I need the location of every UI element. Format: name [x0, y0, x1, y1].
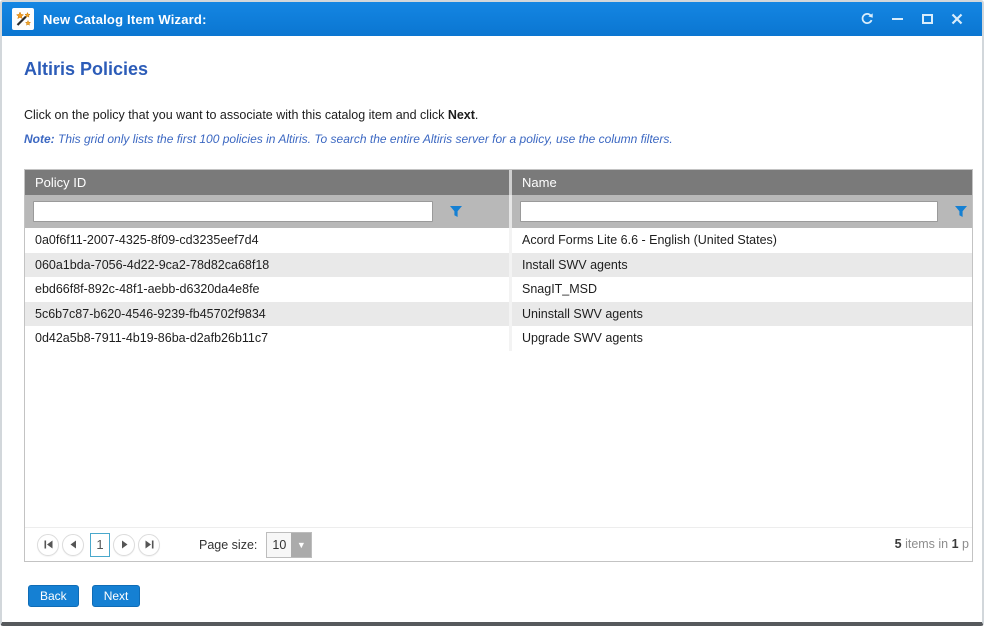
- note-body: This grid only lists the first 100 polic…: [55, 132, 673, 146]
- instruction-text: Click on the policy that you want to ass…: [24, 108, 478, 122]
- instruction-suffix: .: [475, 108, 478, 122]
- name-cell: Acord Forms Lite 6.6 - English (United S…: [512, 228, 972, 253]
- window-title: New Catalog Item Wizard:: [43, 12, 207, 27]
- policy-id-cell: 0d42a5b8-7911-4b19-86ba-d2afb26b11c7: [25, 326, 512, 351]
- policy-id-filter-input[interactable]: [33, 201, 433, 222]
- last-page-button[interactable]: [138, 534, 160, 556]
- name-cell: Uninstall SWV agents: [512, 302, 972, 327]
- policies-grid: Policy ID Name 0a0f6f11-2007-4325-8f09-c…: [24, 169, 973, 562]
- table-row[interactable]: ebd66f8f-892c-48f1-aebb-d6320da4e8fe Sna…: [25, 277, 972, 302]
- policy-id-filter-cell: [25, 195, 512, 228]
- page-title: Altiris Policies: [24, 59, 148, 80]
- note-text: Note: This grid only lists the first 100…: [24, 132, 673, 146]
- footer: Back Next: [28, 585, 153, 607]
- note-label: Note:: [24, 132, 55, 146]
- funnel-icon[interactable]: [954, 205, 968, 218]
- page-size-dropdown[interactable]: 10 ▼: [266, 532, 312, 558]
- close-button[interactable]: [942, 6, 972, 32]
- items-count-info: 5 items in 1 p: [895, 537, 969, 551]
- minimize-button[interactable]: [882, 6, 912, 32]
- name-cell: SnagIT_MSD: [512, 277, 972, 302]
- refresh-button[interactable]: [852, 6, 882, 32]
- policy-id-cell: 5c6b7c87-b620-4546-9239-fb45702f9834: [25, 302, 512, 327]
- policy-id-cell: ebd66f8f-892c-48f1-aebb-d6320da4e8fe: [25, 277, 512, 302]
- pager: 1 Page size: 10 ▼ 5 items in 1 p: [25, 527, 972, 561]
- wizard-window: New Catalog Item Wizard: Altiris Policie…: [0, 0, 984, 626]
- previous-page-button[interactable]: [62, 534, 84, 556]
- title-bar: New Catalog Item Wizard:: [2, 2, 982, 36]
- name-cell: Upgrade SWV agents: [512, 326, 972, 351]
- next-button[interactable]: Next: [92, 585, 141, 607]
- funnel-icon[interactable]: [449, 205, 463, 218]
- name-cell: Install SWV agents: [512, 253, 972, 278]
- page-size-value: 10: [267, 533, 291, 557]
- chevron-down-icon[interactable]: ▼: [291, 533, 311, 557]
- instruction-bold: Next: [448, 108, 475, 122]
- name-filter-input[interactable]: [520, 201, 938, 222]
- grid-filter-row: [25, 195, 972, 228]
- maximize-button[interactable]: [912, 6, 942, 32]
- column-header-policy-id[interactable]: Policy ID: [25, 170, 512, 195]
- first-page-button[interactable]: [37, 534, 59, 556]
- back-button[interactable]: Back: [28, 585, 79, 607]
- policy-id-cell: 060a1bda-7056-4d22-9ca2-78d82ca68f18: [25, 253, 512, 278]
- page-size-label: Page size:: [199, 538, 257, 552]
- column-header-name[interactable]: Name: [512, 170, 972, 195]
- policy-id-cell: 0a0f6f11-2007-4325-8f09-cd3235eef7d4: [25, 228, 512, 253]
- table-row[interactable]: 060a1bda-7056-4d22-9ca2-78d82ca68f18 Ins…: [25, 253, 972, 278]
- current-page-indicator[interactable]: 1: [90, 533, 110, 557]
- name-filter-cell: [512, 195, 972, 228]
- table-row[interactable]: 5c6b7c87-b620-4546-9239-fb45702f9834 Uni…: [25, 302, 972, 327]
- wizard-icon: [12, 8, 34, 30]
- window-controls: [852, 6, 972, 32]
- instruction-prefix: Click on the policy that you want to ass…: [24, 108, 448, 122]
- table-row[interactable]: 0d42a5b8-7911-4b19-86ba-d2afb26b11c7 Upg…: [25, 326, 972, 351]
- grid-header-row: Policy ID Name: [25, 170, 972, 195]
- table-row[interactable]: 0a0f6f11-2007-4325-8f09-cd3235eef7d4 Aco…: [25, 228, 972, 253]
- next-page-button[interactable]: [113, 534, 135, 556]
